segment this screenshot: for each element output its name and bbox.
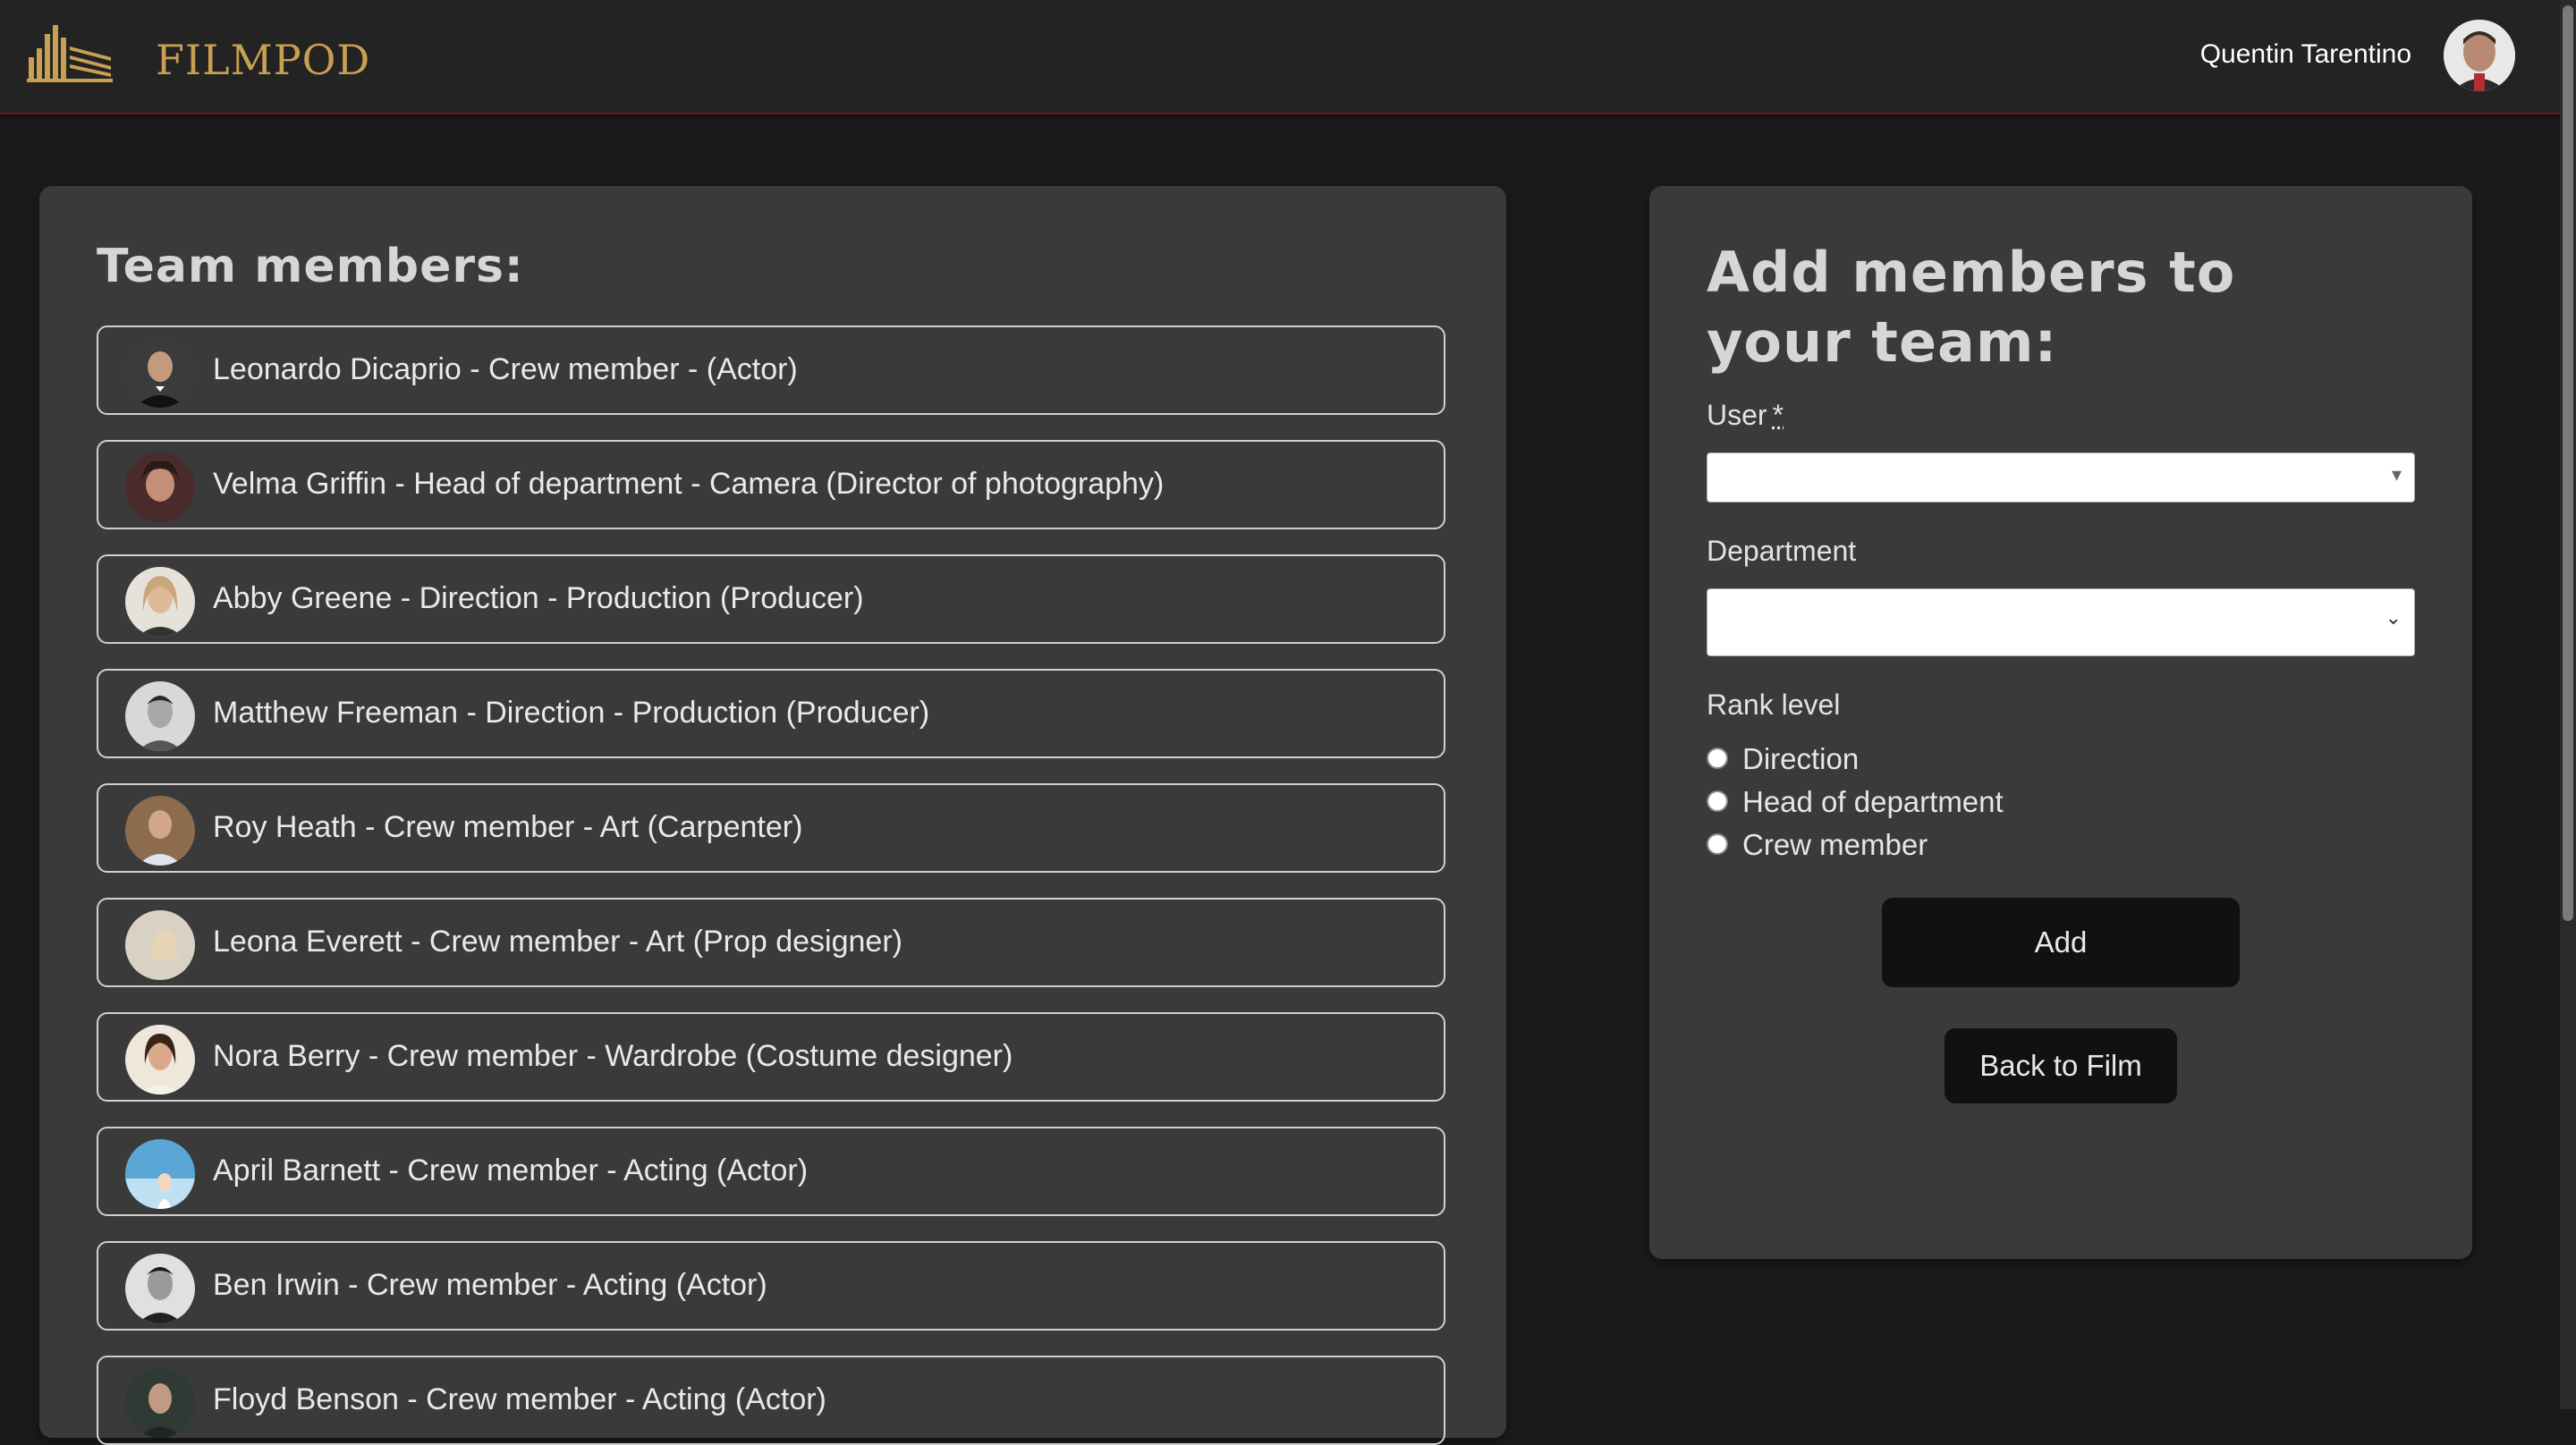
add-button[interactable]: Add (1882, 898, 2240, 987)
member-text: Roy Heath - Crew member - Art (Carpenter… (213, 810, 802, 845)
member-text: Matthew Freeman - Direction - Production… (213, 696, 929, 731)
radio-label: Direction (1742, 742, 1859, 776)
user-label-text: User (1707, 399, 1767, 431)
member-text: Velma Griffin - Head of department - Cam… (213, 467, 1164, 502)
member-avatar (125, 910, 195, 980)
member-avatar (125, 567, 195, 637)
required-mark: * (1773, 399, 1784, 431)
team-members-panel: Team members: Leonardo Dicaprio - Crew m… (39, 186, 1506, 1438)
user-name[interactable]: Quentin Tarentino (2200, 39, 2411, 70)
radio-button[interactable] (1707, 833, 1728, 855)
member-row[interactable]: Ben Irwin - Crew member - Acting (Actor) (97, 1241, 1445, 1331)
member-avatar (125, 1368, 195, 1438)
logo-icon[interactable] (25, 21, 114, 84)
team-members-title: Team members: (97, 240, 524, 293)
radio-label: Crew member (1742, 828, 1928, 862)
member-row[interactable]: April Barnett - Crew member - Acting (Ac… (97, 1127, 1445, 1216)
member-avatar (125, 338, 195, 408)
user-field-label: User * (1707, 399, 1784, 432)
member-row[interactable]: Nora Berry - Crew member - Wardrobe (Cos… (97, 1012, 1445, 1102)
add-members-title: Add members to your team: (1707, 238, 2386, 377)
scrollbar-thumb[interactable] (2563, 5, 2573, 921)
user-avatar[interactable] (2444, 20, 2515, 91)
add-members-panel: Add members to your team: User * ▾ Depart… (1649, 186, 2472, 1259)
caret-down-icon: ▾ (2392, 464, 2402, 486)
member-row[interactable]: Abby Greene - Direction - Production (Pr… (97, 554, 1445, 644)
member-text: April Barnett - Crew member - Acting (Ac… (213, 1153, 808, 1188)
member-text: Leona Everett - Crew member - Art (Prop … (213, 925, 902, 959)
member-text: Floyd Benson - Crew member - Acting (Act… (213, 1382, 826, 1417)
chevron-down-icon: ⌄ (2385, 607, 2402, 630)
member-row[interactable]: Matthew Freeman - Direction - Production… (97, 669, 1445, 758)
radio-button[interactable] (1707, 790, 1728, 812)
member-text: Ben Irwin - Crew member - Acting (Actor) (213, 1268, 767, 1303)
member-avatar (125, 681, 195, 751)
member-row[interactable]: Roy Heath - Crew member - Art (Carpenter… (97, 783, 1445, 873)
brand-name[interactable]: FILMPOD (156, 36, 370, 84)
back-to-film-button[interactable]: Back to Film (1945, 1028, 2177, 1103)
member-text: Abby Greene - Direction - Production (Pr… (213, 581, 864, 616)
user-select[interactable]: ▾ (1707, 452, 2415, 503)
rank-level-label: Rank level (1707, 689, 1840, 722)
department-label: Department (1707, 535, 1856, 568)
member-avatar (125, 1254, 195, 1323)
radio-button[interactable] (1707, 748, 1728, 769)
radio-label: Head of department (1742, 785, 2004, 819)
top-header: FILMPOD Quentin Tarentino (0, 0, 2576, 114)
member-row[interactable]: Leonardo Dicaprio - Crew member - (Actor… (97, 325, 1445, 415)
member-avatar (125, 1139, 195, 1209)
member-text: Leonardo Dicaprio - Crew member - (Actor… (213, 352, 798, 387)
member-text: Nora Berry - Crew member - Wardrobe (Cos… (213, 1039, 1013, 1074)
member-avatar (125, 796, 195, 866)
member-row[interactable]: Leona Everett - Crew member - Art (Prop … (97, 898, 1445, 987)
member-avatar (125, 452, 195, 522)
member-row[interactable]: Velma Griffin - Head of department - Cam… (97, 440, 1445, 529)
member-avatar (125, 1025, 195, 1094)
member-row[interactable]: Floyd Benson - Crew member - Acting (Act… (97, 1356, 1445, 1445)
department-select[interactable]: ⌄ (1707, 588, 2415, 656)
